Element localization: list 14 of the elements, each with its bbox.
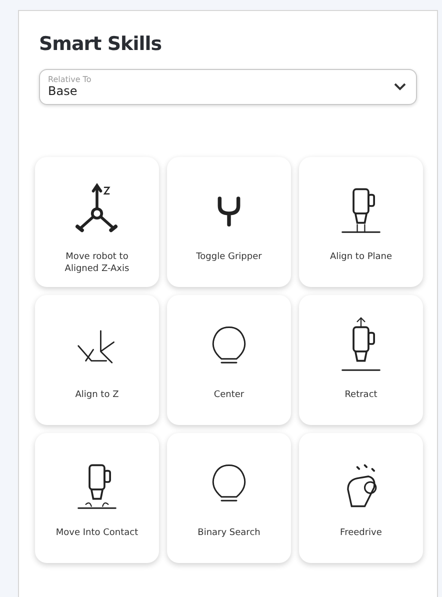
skill-tile[interactable]: Retract (299, 295, 423, 425)
skill-tile[interactable]: Center (167, 295, 291, 425)
skill-tile[interactable]: Move robot to Aligned Z-Axis (35, 157, 159, 287)
skill-tile[interactable]: Freedrive (299, 433, 423, 563)
skill-tile[interactable]: Align to Plane (299, 157, 423, 287)
panel-title: Smart Skills (39, 33, 163, 55)
dropdown-label: Relative To (48, 75, 92, 84)
skill-tile[interactable]: Move Into Contact (35, 433, 159, 563)
skill-tile[interactable]: Binary Search (167, 433, 291, 563)
chevron-down-icon (394, 82, 406, 90)
skill-tile[interactable]: Toggle Gripper (167, 157, 291, 287)
relative-to-dropdown[interactable]: Relative To Base (39, 69, 417, 105)
skill-tile[interactable]: Align to Z (35, 295, 159, 425)
dropdown-value: Base (48, 84, 78, 98)
